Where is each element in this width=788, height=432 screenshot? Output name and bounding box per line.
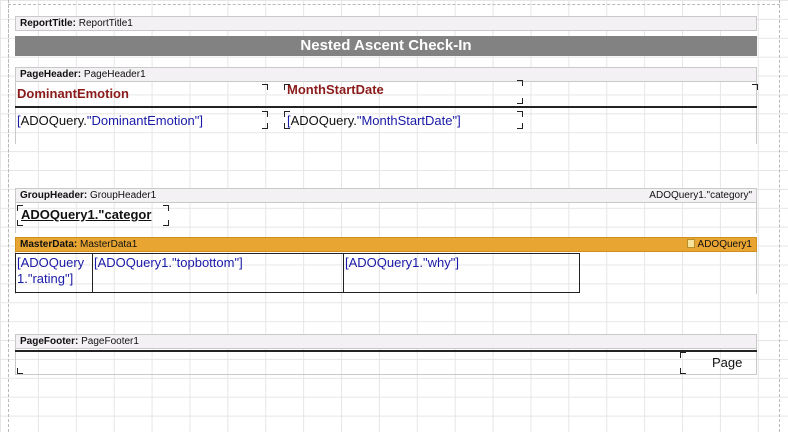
- selection-corner: [680, 368, 686, 374]
- group-category-field[interactable]: ADOQuery1."categor: [21, 207, 151, 222]
- master-data-band-header[interactable]: MasterData: MasterData1 ADOQuery1: [15, 237, 757, 252]
- band-kind: PageFooter:: [20, 336, 79, 347]
- report-title-text: Nested Ascent Check-In: [300, 37, 472, 54]
- selection-corner: [262, 111, 268, 117]
- selection-corner: [163, 220, 169, 226]
- page-number-field[interactable]: Page: [712, 355, 742, 371]
- selection-corner: [680, 352, 686, 358]
- band-kind: GroupHeader:: [20, 190, 88, 201]
- selection-corner: [262, 123, 268, 129]
- group-header-band-header[interactable]: GroupHeader: GroupHeader1 ADOQuery1."cat…: [15, 188, 757, 203]
- group-condition: ADOQuery1."category": [649, 190, 752, 201]
- page-footer-band-header[interactable]: PageFooter: PageFooter1: [15, 334, 757, 349]
- band-name: PageHeader1: [83, 69, 146, 80]
- master-dataset: ADOQuery1: [686, 238, 752, 251]
- selection-corner: [17, 368, 23, 374]
- band-kind: MasterData:: [20, 239, 78, 250]
- selection-corner: [163, 205, 169, 211]
- report-title-band-header[interactable]: ReportTitle: ReportTitle1: [15, 16, 757, 31]
- selection-corner: [17, 220, 23, 226]
- page-right-edge: [779, 0, 780, 432]
- band-name: PageFooter1: [81, 336, 139, 347]
- selection-corner: [517, 111, 523, 117]
- month-start-date-field[interactable]: [ADOQuery."MonthStartDate"]: [287, 113, 461, 129]
- band-kind: PageHeader:: [20, 69, 82, 80]
- selection-corner: [752, 84, 758, 90]
- page-header-band-header[interactable]: PageHeader: PageHeader1: [15, 67, 757, 82]
- topbottom-cell[interactable]: [ADOQuery1."topbottom"]: [92, 253, 344, 293]
- month-start-date-label[interactable]: MonthStartDate: [287, 82, 384, 97]
- page-footer-band-body[interactable]: [15, 349, 757, 375]
- selection-corner: [262, 84, 268, 90]
- band-name: MasterData1: [80, 239, 138, 250]
- selection-corner: [517, 123, 523, 129]
- rating-cell[interactable]: [ADOQuery 1."rating"]: [15, 253, 93, 293]
- selection-corner: [517, 80, 523, 86]
- page-left-edge: [8, 0, 9, 432]
- why-cell[interactable]: [ADOQuery1."why"]: [343, 253, 580, 293]
- footer-top-line: [15, 350, 757, 352]
- band-name: ReportTitle1: [78, 18, 133, 29]
- selection-corner: [517, 98, 523, 104]
- dominant-emotion-field[interactable]: [ADOQuery."DominantEmotion"]: [17, 113, 203, 129]
- report-title-memo[interactable]: Nested Ascent Check-In: [15, 36, 757, 56]
- database-icon: [686, 239, 695, 248]
- dominant-emotion-label[interactable]: DominantEmotion: [17, 86, 129, 101]
- band-kind: ReportTitle:: [20, 18, 76, 29]
- band-name: GroupHeader1: [90, 190, 157, 201]
